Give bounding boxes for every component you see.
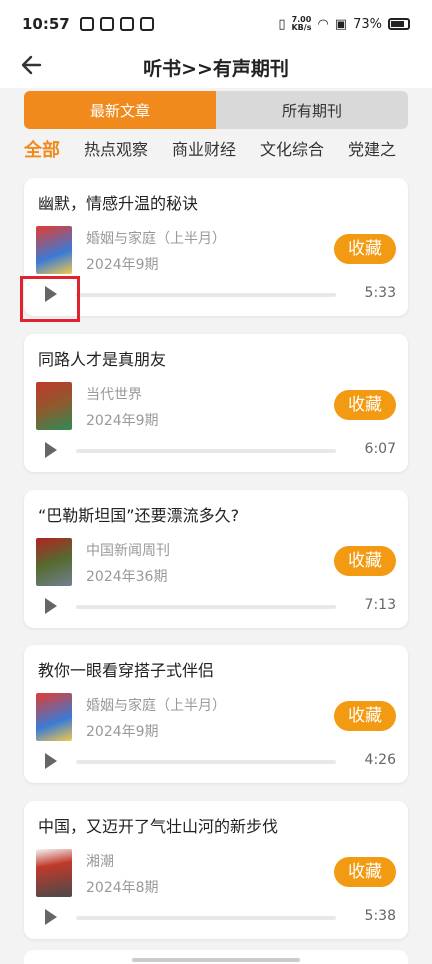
progress-bar[interactable] bbox=[76, 449, 336, 453]
progress-bar[interactable] bbox=[76, 760, 336, 764]
magazine-name: 当代世界 bbox=[86, 387, 142, 403]
favorite-button[interactable]: 收藏 bbox=[334, 701, 396, 731]
favorite-button[interactable]: 收藏 bbox=[334, 234, 396, 264]
sim-icon: ▣ bbox=[334, 16, 348, 32]
article-card[interactable]: 教你一眼看穿搭子式伴侣 婚姻与家庭（上半月） 2024年9期 收藏 4:26 bbox=[24, 645, 408, 783]
highlight-box bbox=[20, 276, 80, 322]
vibrate-icon: ▯ bbox=[278, 16, 286, 32]
article-card[interactable]: 同路人才是真朋友 当代世界 2024年9期 收藏 6:07 bbox=[24, 334, 408, 472]
status-bar: 10:57 ▯ 7.00 KB/s ◠ ▣ 73% bbox=[0, 0, 432, 48]
progress-bar[interactable] bbox=[76, 916, 336, 920]
play-icon[interactable] bbox=[40, 907, 60, 927]
article-title[interactable]: 同路人才是真朋友 bbox=[38, 346, 166, 370]
progress-bar[interactable] bbox=[76, 605, 336, 609]
article-card[interactable]: 幽默，情感升温的秘诀 婚姻与家庭（上半月） 2024年9期 收藏 5:33 bbox=[24, 178, 408, 316]
category-tabs: 全部 热点观察 商业财经 文化综合 党建之 bbox=[24, 136, 432, 164]
duration: 6:07 bbox=[364, 441, 396, 457]
top-bar: 听书>>有声期刊 bbox=[0, 48, 432, 88]
wifi-icon: ◠ bbox=[317, 16, 329, 32]
issue-number: 2024年9期 bbox=[86, 257, 159, 273]
notification-icon bbox=[79, 17, 94, 31]
issue-number: 2024年9期 bbox=[86, 413, 159, 429]
magazine-name: 婚姻与家庭（上半月） bbox=[86, 698, 226, 714]
category-tab[interactable]: 热点观察 bbox=[84, 136, 148, 164]
article-title[interactable]: “巴勒斯坦国”还要漂流多久? bbox=[38, 502, 239, 526]
magazine-name: 中国新闻周刊 bbox=[86, 543, 170, 559]
article-card[interactable]: 中国，又迈开了气壮山河的新步伐 湘潮 2024年8期 收藏 5:38 bbox=[24, 801, 408, 939]
magazine-name: 婚姻与家庭（上半月） bbox=[86, 231, 226, 247]
network-speed: 7.00 KB/s bbox=[291, 15, 312, 32]
home-indicator bbox=[132, 958, 300, 962]
category-tab[interactable]: 党建之 bbox=[348, 136, 396, 164]
duration: 4:26 bbox=[364, 752, 396, 768]
magazine-cover bbox=[36, 538, 72, 586]
battery-icon bbox=[388, 18, 410, 30]
play-icon[interactable] bbox=[40, 440, 60, 460]
article-title[interactable]: 教你一眼看穿搭子式伴侣 bbox=[38, 657, 214, 681]
magazine-cover bbox=[36, 382, 72, 430]
category-tab[interactable]: 文化综合 bbox=[260, 136, 324, 164]
page-title: 听书>>有声期刊 bbox=[143, 58, 289, 80]
issue-number: 2024年8期 bbox=[86, 880, 159, 896]
category-tab[interactable]: 商业财经 bbox=[172, 136, 236, 164]
favorite-button[interactable]: 收藏 bbox=[334, 390, 396, 420]
notification-icon bbox=[119, 17, 134, 31]
status-right: ▯ 7.00 KB/s ◠ ▣ 73% bbox=[278, 16, 410, 32]
duration: 7:13 bbox=[364, 597, 396, 613]
magazine-cover bbox=[36, 693, 72, 741]
category-tab-all[interactable]: 全部 bbox=[24, 136, 60, 164]
notification-icon bbox=[99, 17, 114, 31]
magazine-name: 湘潮 bbox=[86, 854, 114, 870]
battery-percent: 73% bbox=[353, 16, 382, 32]
article-title[interactable]: 中国，又迈开了气壮山河的新步伐 bbox=[38, 813, 278, 837]
status-time: 10:57 bbox=[22, 15, 70, 33]
play-icon[interactable] bbox=[40, 751, 60, 771]
segment-control: 最新文章 所有期刊 bbox=[24, 91, 408, 129]
notification-icons bbox=[79, 17, 154, 31]
magazine-cover bbox=[36, 226, 72, 274]
favorite-button[interactable]: 收藏 bbox=[334, 546, 396, 576]
duration: 5:33 bbox=[364, 285, 396, 301]
article-card[interactable]: “巴勒斯坦国”还要漂流多久? 中国新闻周刊 2024年36期 收藏 7:13 bbox=[24, 490, 408, 628]
magazine-cover bbox=[36, 849, 72, 897]
duration: 5:38 bbox=[364, 908, 396, 924]
favorite-button[interactable]: 收藏 bbox=[334, 857, 396, 887]
notification-icon bbox=[139, 17, 154, 31]
tab-latest-articles[interactable]: 最新文章 bbox=[24, 91, 216, 129]
issue-number: 2024年36期 bbox=[86, 569, 168, 585]
tab-all-issues[interactable]: 所有期刊 bbox=[216, 91, 408, 129]
issue-number: 2024年9期 bbox=[86, 724, 159, 740]
article-title[interactable]: 幽默，情感升温的秘诀 bbox=[38, 190, 198, 214]
progress-bar[interactable] bbox=[76, 293, 336, 297]
play-icon[interactable] bbox=[40, 596, 60, 616]
